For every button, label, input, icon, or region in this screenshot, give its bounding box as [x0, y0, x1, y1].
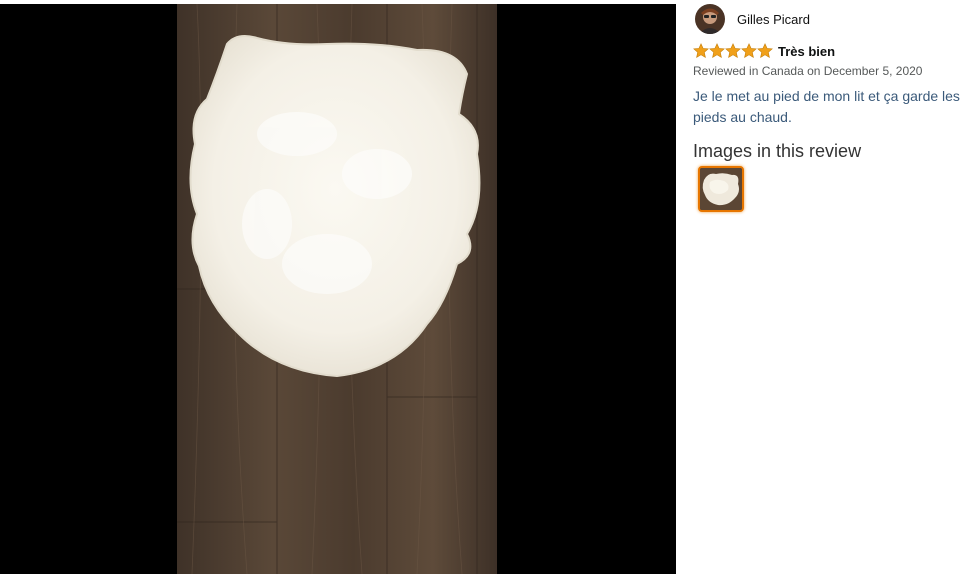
star-icon [725, 43, 741, 59]
review-title[interactable]: Très bien [778, 44, 835, 59]
review-image-thumbnail[interactable] [698, 166, 744, 212]
review-photo [177, 4, 497, 574]
star-icon [693, 43, 709, 59]
images-heading: Images in this review [693, 141, 862, 161]
star-rating[interactable] [693, 43, 773, 59]
image-viewer [0, 4, 676, 574]
reviewer-name[interactable]: Gilles Picard [737, 12, 810, 27]
review-body: Je le met au pied de mon lit et ça garde… [693, 88, 960, 125]
reviewer-profile[interactable]: Gilles Picard [695, 4, 810, 34]
avatar-icon[interactable] [695, 4, 725, 34]
star-icon [709, 43, 725, 59]
star-icon [741, 43, 757, 59]
review-date: Reviewed in Canada on December 5, 2020 [693, 64, 923, 78]
rating-row: Très bien [693, 42, 835, 60]
review-side-panel: Gilles Picard Très bien Reviewed in Cana… [676, 0, 964, 578]
star-icon [757, 43, 773, 59]
